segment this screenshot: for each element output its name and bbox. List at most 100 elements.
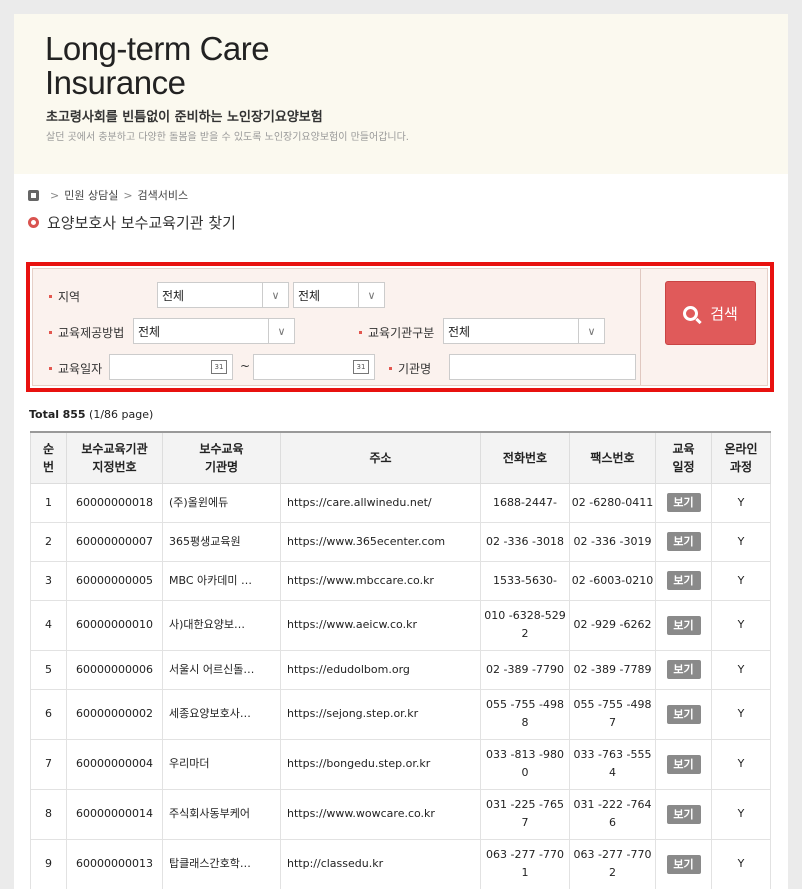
cell-fax: 031 -222 -764 6 — [569, 788, 656, 840]
phone-line: 031 -225 -765 — [486, 798, 564, 811]
region-select-1[interactable]: 전체 ∨ — [157, 282, 289, 308]
cell-schedule: 보기 — [655, 738, 712, 790]
view-schedule-button[interactable]: 보기 — [666, 804, 701, 824]
cell-phone: 02 -389 -7790 — [480, 649, 570, 690]
calendar-icon[interactable]: 31 — [211, 360, 227, 374]
method-select-value: 전체 — [138, 324, 161, 339]
cell-code: 60000000014 — [66, 788, 163, 840]
view-schedule-button[interactable]: 보기 — [666, 532, 701, 551]
cell-address[interactable]: https://edudolbom.org — [280, 649, 481, 690]
phone-line: 1533-5630- — [493, 573, 557, 587]
header-online: 온라인 과정 — [711, 431, 771, 484]
cell-name[interactable]: 365평생교육원 — [162, 521, 281, 562]
cell-phone: 063 -277 -770 1 — [480, 838, 570, 889]
fax-line: 6 — [609, 816, 616, 829]
cell-name[interactable]: MBC 아카데미 … — [162, 560, 281, 601]
cell-schedule: 보기 — [655, 521, 712, 562]
view-schedule-button[interactable]: 보기 — [666, 493, 701, 512]
header-name: 보수교육기관명 — [162, 431, 281, 484]
cell-fax: 055 -755 -498 7 — [569, 688, 656, 740]
cell-name[interactable]: 사)대한요양보… — [162, 599, 281, 651]
search-button[interactable]: 검색 — [665, 281, 756, 345]
phone-line: 010 -6328-529 — [484, 609, 566, 622]
cell-schedule: 보기 — [655, 688, 712, 740]
cell-phone: 033 -813 -980 0 — [480, 738, 570, 790]
method-select[interactable]: 전체 ∨ — [133, 318, 295, 344]
cell-name[interactable]: 서울시 어르신돌… — [162, 649, 281, 690]
cell-fax: 063 -277 -770 2 — [569, 838, 656, 889]
cell-online: Y — [711, 788, 771, 840]
cell-no: 9 — [30, 838, 67, 889]
circle-bullet-icon — [28, 216, 39, 228]
calendar-icon[interactable]: 31 — [353, 360, 369, 374]
view-schedule-button[interactable]: 보기 — [666, 660, 701, 679]
table-row: 8 60000000014 주식회사동부케어 https://www.wowcare.… — [30, 788, 771, 840]
cell-address[interactable]: https://care.allwinedu.net/ — [280, 482, 481, 523]
table-row: 6 60000000002 세종요양보호사… https://sejong.step.… — [30, 688, 771, 740]
cell-name[interactable]: (주)올윈에듀 — [162, 482, 281, 523]
fax-line: 02 -6003-0210 — [571, 573, 654, 587]
view-schedule-button[interactable]: 보기 — [666, 615, 701, 635]
cell-name[interactable]: 주식회사동부케어 — [162, 788, 281, 840]
cell-fax: 033 -763 -555 4 — [569, 738, 656, 790]
phone-line: 055 -755 -498 — [486, 698, 564, 711]
breadcrumb-item-consult[interactable]: 민원 상담실 — [64, 187, 118, 203]
header-code: 보수교육기관 지정번호 — [66, 431, 163, 484]
cell-online: Y — [711, 482, 771, 523]
type-select[interactable]: 전체 ∨ — [443, 318, 605, 344]
cell-address[interactable]: https://www.wowcare.co.kr — [280, 788, 481, 840]
cell-code: 60000000005 — [66, 560, 163, 601]
cell-code: 60000000018 — [66, 482, 163, 523]
view-schedule-button[interactable]: 보기 — [666, 854, 701, 874]
total-number: 855 — [62, 408, 86, 421]
table-row: 3 60000000005 MBC 아카데미 … https://www.mbccar… — [30, 560, 771, 601]
header-schedule: 교육 일정 — [655, 431, 712, 484]
header-name-line1: 보수교육 — [199, 441, 244, 456]
cell-phone: 031 -225 -765 7 — [480, 788, 570, 840]
cell-no: 4 — [30, 599, 67, 651]
home-icon[interactable] — [28, 189, 39, 201]
date-separator: ~ — [240, 359, 251, 373]
cell-address[interactable]: https://www.365ecenter.com — [280, 521, 481, 562]
chevron-right-icon: > — [123, 188, 133, 202]
type-select-value: 전체 — [448, 324, 471, 339]
region-label: 지역 — [49, 287, 80, 305]
banner-title: Long-term Care Insurance — [45, 30, 270, 100]
cell-address[interactable]: http://classedu.kr — [280, 838, 481, 889]
method-label: 교육제공방법 — [49, 323, 124, 341]
cell-schedule: 보기 — [655, 838, 712, 889]
cell-address[interactable]: https://sejong.step.or.kr — [280, 688, 481, 740]
cell-code: 60000000006 — [66, 649, 163, 690]
breadcrumb-item-search[interactable]: 검색서비스 — [138, 187, 189, 203]
type-label: 교육기관구분 — [359, 323, 434, 341]
fax-line: 4 — [609, 766, 616, 779]
view-schedule-button[interactable]: 보기 — [666, 754, 701, 774]
results-table: 순번 보수교육기관 지정번호 보수교육 기관명 주소 전화번호 팩스번호 교육 일정 … — [30, 431, 771, 889]
date-end-input[interactable]: 31 — [253, 354, 375, 380]
cell-schedule: 보기 — [655, 788, 712, 840]
date-start-input[interactable]: 31 — [109, 354, 233, 380]
cell-address[interactable]: https://www.mbccare.co.kr — [280, 560, 481, 601]
header-code-line1: 보수교육기관 — [81, 441, 148, 456]
org-name-input[interactable] — [449, 354, 636, 380]
cell-name[interactable]: 우리마더 — [162, 738, 281, 790]
cell-no: 2 — [30, 521, 67, 562]
cell-address[interactable]: https://bongedu.step.or.kr — [280, 738, 481, 790]
phone-line: 2 — [521, 627, 529, 640]
cell-name[interactable]: 세종요양보호사… — [162, 688, 281, 740]
view-schedule-button[interactable]: 보기 — [666, 571, 701, 590]
cell-address[interactable]: https://www.aeicw.co.kr — [280, 599, 481, 651]
fax-line: 02 -336 -3019 — [573, 534, 652, 548]
view-schedule-button[interactable]: 보기 — [666, 704, 701, 724]
cell-fax: 02 -389 -7789 — [569, 649, 656, 690]
cell-schedule: 보기 — [655, 482, 712, 523]
cell-name[interactable]: 탑클래스간호학… — [162, 838, 281, 889]
cell-fax: 02 -929 -6262 — [569, 599, 656, 651]
header-address: 주소 — [280, 431, 481, 484]
header-name-line2: 기관명 — [204, 459, 239, 474]
search-panel-highlight: 지역 전체 ∨ 전체 ∨ 교육제공방법 전체 ∨ 교육기관구분 전체 ∨ 교육일… — [26, 262, 774, 392]
banner-title-line1: Long-term Care — [45, 30, 270, 67]
total-count: Total 855 (1/86 page) — [29, 408, 153, 421]
region-select-2[interactable]: 전체 ∨ — [293, 282, 385, 308]
method-label-text: 교육제공방법 — [58, 325, 125, 340]
